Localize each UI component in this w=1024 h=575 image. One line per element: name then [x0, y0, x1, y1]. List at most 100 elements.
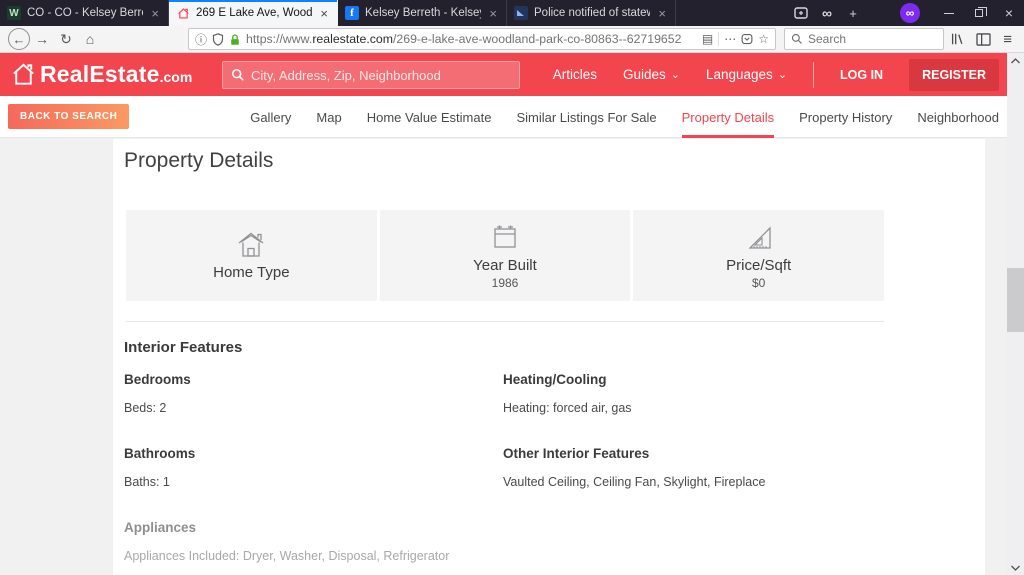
interior-features-grid: Bedrooms Beds: 2 Heating/Cooling Heating… — [124, 372, 882, 563]
tab-title: Kelsey Berreth - Kelsey Berreth — [365, 7, 481, 19]
tab-title: 269 E Lake Ave, Woodland Park — [196, 7, 312, 19]
close-tab-icon[interactable]: × — [487, 6, 499, 21]
summary-cards: Home Type Year Built 1986 Price/Sqft $0 — [126, 210, 884, 301]
facebook-favicon-icon: f — [345, 6, 359, 20]
login-button[interactable]: LOG IN — [840, 68, 883, 82]
minimize-button[interactable] — [934, 0, 964, 26]
browser-window: W CO - CO - Kelsey Berreth, 29, W × 269 … — [0, 0, 1024, 575]
feature-bathrooms: Bathrooms Baths: 1 — [124, 446, 503, 489]
library-icon[interactable] — [950, 32, 964, 46]
bookmark-star-icon[interactable]: ☆ — [758, 32, 769, 46]
tab-realestate-active[interactable]: 269 E Lake Ave, Woodland Park × — [169, 0, 338, 26]
subnav-gallery[interactable]: Gallery — [250, 96, 291, 138]
url-bar[interactable]: ⓘ https://www.realestate.com/269-e-lake-… — [188, 28, 776, 50]
site-search-input[interactable] — [251, 68, 511, 83]
logo-house-icon — [10, 61, 37, 88]
feature-heating-cooling: Heating/Cooling Heating: forced air, gas — [503, 372, 882, 415]
close-window-button[interactable]: × — [994, 0, 1024, 26]
languages-menu[interactable]: Languages⌄ — [706, 67, 787, 82]
tab-bar: W CO - CO - Kelsey Berreth, 29, W × 269 … — [0, 0, 1024, 26]
chevron-down-icon: ⌄ — [778, 68, 787, 81]
card-label: Home Type — [213, 264, 289, 281]
header-links: Articles Guides⌄ Languages⌄ LOG IN REGIS… — [553, 59, 1007, 91]
home-type-card: Home Type — [126, 210, 377, 301]
tab-news[interactable]: Police notified of statewide bo × — [507, 0, 676, 26]
home-icon — [234, 229, 268, 259]
browser-toolbar: ← → ↻ ⌂ ⓘ https://www.realestate.com/269… — [0, 26, 1024, 53]
guides-menu[interactable]: Guides⌄ — [623, 67, 680, 82]
register-button[interactable]: REGISTER — [909, 59, 999, 91]
header-divider — [813, 62, 814, 88]
subnav-similar-listings[interactable]: Similar Listings For Sale — [516, 96, 656, 138]
tab-bar-controls: ∞ + ∞ × — [788, 0, 1024, 26]
back-to-search-button[interactable]: BACK TO SEARCH — [8, 104, 129, 129]
reader-mode-icon[interactable]: ▤ — [702, 32, 713, 46]
scroll-up-icon[interactable] — [1007, 53, 1024, 68]
westword-favicon-icon: W — [7, 6, 21, 20]
url-text: https://www.realestate.com/269-e-lake-av… — [246, 32, 697, 46]
articles-link[interactable]: Articles — [553, 67, 597, 82]
feature-other-interior: Other Interior Features Vaulted Ceiling,… — [503, 446, 882, 489]
page-title: Property Details — [124, 149, 985, 173]
tab-title: Police notified of statewide bo — [534, 7, 650, 19]
site-search-box[interactable] — [222, 61, 520, 89]
news-favicon-icon — [514, 6, 528, 20]
logo-text: RealEstate — [40, 61, 160, 88]
browser-search-input[interactable] — [808, 32, 937, 46]
calendar-icon — [488, 222, 522, 252]
page-background: Property Details Home Type Year Built 19… — [0, 139, 1007, 575]
page-actions-icon[interactable]: ⋯ — [724, 32, 736, 46]
private-mask-icon: ∞ — [814, 0, 840, 26]
back-button[interactable]: ← — [8, 28, 30, 50]
page-scrollbar[interactable] — [1007, 53, 1024, 575]
lock-icon — [229, 33, 241, 46]
tracking-shield-icon[interactable] — [212, 33, 224, 46]
close-tab-icon[interactable]: × — [318, 6, 330, 21]
section-divider — [126, 321, 884, 322]
close-tab-icon[interactable]: × — [149, 6, 161, 21]
card-label: Year Built — [473, 257, 537, 274]
feature-appliances: Appliances Appliances Included: Dryer, W… — [124, 520, 503, 563]
menu-icon[interactable]: ≡ — [1003, 31, 1012, 48]
page-info-icon[interactable]: ⓘ — [195, 31, 207, 48]
scrollbar-thumb[interactable] — [1007, 268, 1024, 332]
subnav-items: Gallery Map Home Value Estimate Similar … — [250, 96, 999, 138]
pocket-icon[interactable] — [741, 33, 753, 45]
card-value: $0 — [752, 276, 765, 290]
tab-westword[interactable]: W CO - CO - Kelsey Berreth, 29, W × — [0, 0, 169, 26]
new-tab-button[interactable]: + — [840, 0, 866, 26]
home-button[interactable]: ⌂ — [78, 28, 102, 50]
search-icon — [791, 33, 803, 45]
reload-button[interactable]: ↻ — [54, 28, 78, 50]
interior-features-heading: Interior Features — [124, 339, 985, 356]
tab-list-icon[interactable] — [788, 0, 814, 26]
subnav-property-details[interactable]: Property Details — [682, 96, 774, 138]
ruler-icon — [742, 222, 776, 252]
private-browsing-badge-icon: ∞ — [900, 3, 920, 23]
house-favicon-icon — [176, 6, 190, 20]
subnav-home-value-estimate[interactable]: Home Value Estimate — [367, 96, 492, 138]
forward-button[interactable]: → — [30, 28, 54, 50]
site-header: RealEstate.com Articles Guides⌄ Language… — [0, 53, 1007, 96]
tab-title: CO - CO - Kelsey Berreth, 29, W — [27, 7, 143, 19]
chevron-down-icon: ⌄ — [671, 68, 680, 81]
feature-bedrooms: Bedrooms Beds: 2 — [124, 372, 503, 415]
toolbar-right-icons: ≡ — [950, 31, 1016, 48]
card-label: Price/Sqft — [726, 257, 791, 274]
year-built-card: Year Built 1986 — [380, 210, 631, 301]
subnav-neighborhood[interactable]: Neighborhood — [917, 96, 999, 138]
property-subnav: BACK TO SEARCH Gallery Map Home Value Es… — [0, 96, 1007, 138]
browser-search-box[interactable] — [784, 28, 944, 50]
close-tab-icon[interactable]: × — [656, 6, 668, 21]
card-value: 1986 — [492, 276, 519, 290]
urlbar-divider — [718, 32, 719, 46]
tab-facebook[interactable]: f Kelsey Berreth - Kelsey Berreth × — [338, 0, 507, 26]
scroll-down-icon[interactable] — [1007, 560, 1024, 575]
realestate-logo[interactable]: RealEstate.com — [10, 61, 192, 88]
restore-window-button[interactable] — [964, 0, 994, 26]
content-panel: Property Details Home Type Year Built 19… — [113, 139, 985, 575]
price-sqft-card: Price/Sqft $0 — [633, 210, 884, 301]
sidebar-icon[interactable] — [976, 33, 991, 46]
subnav-property-history[interactable]: Property History — [799, 96, 892, 138]
subnav-map[interactable]: Map — [316, 96, 341, 138]
